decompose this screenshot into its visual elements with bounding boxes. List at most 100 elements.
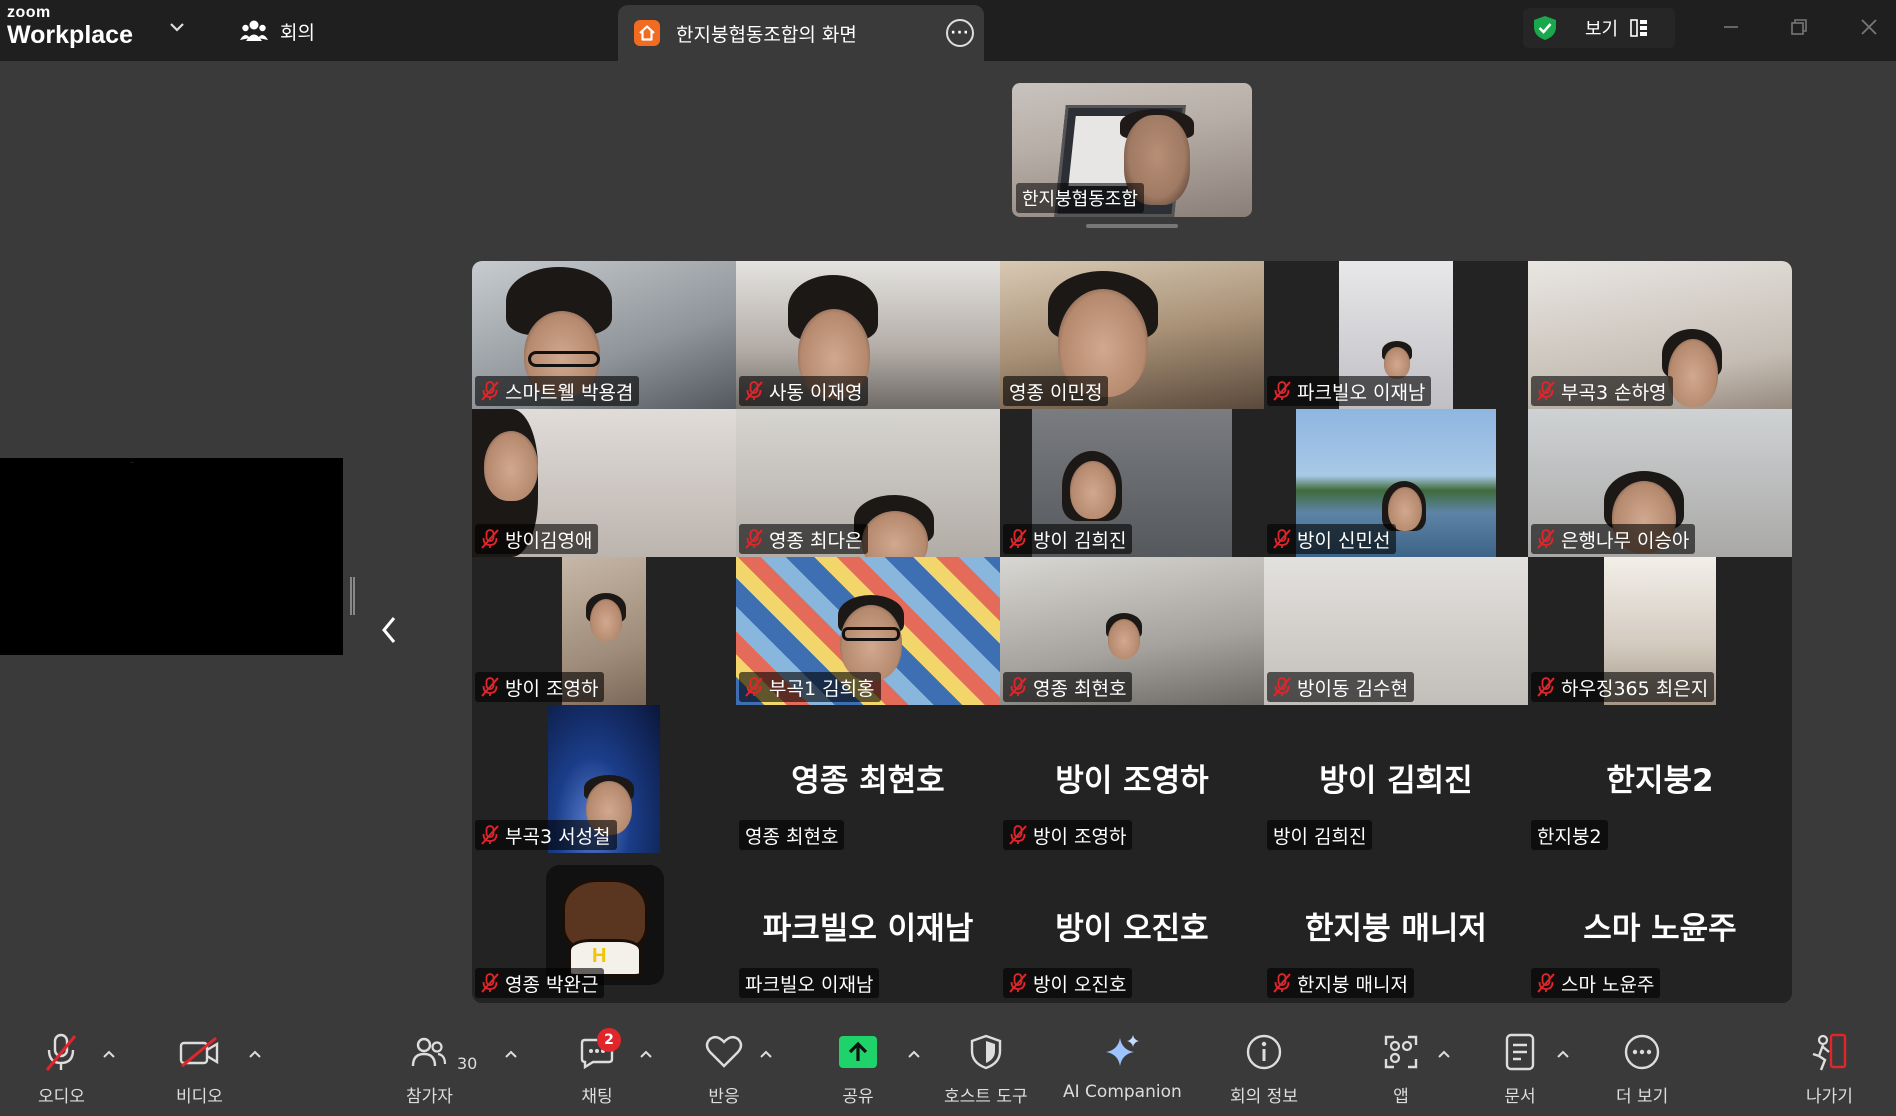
panel-splitter[interactable] — [350, 577, 355, 615]
participant-tile[interactable]: 스마트웰 박용겸 — [472, 261, 736, 409]
participant-tile[interactable]: 한지붕2 한지붕2 — [1528, 705, 1792, 853]
participant-name: 영종 최다은 — [769, 529, 863, 552]
share-caret-icon[interactable] — [906, 1048, 922, 1060]
audio-caret-icon[interactable] — [101, 1048, 117, 1060]
more-icon — [1624, 1034, 1660, 1070]
participants-button[interactable]: 참가자 — [406, 1030, 453, 1107]
participants-caret-icon[interactable] — [503, 1048, 519, 1060]
participant-name-tag: 영종 최현호 — [739, 820, 845, 850]
chevron-left-icon[interactable] — [375, 612, 403, 648]
participant-tile[interactable]: 방이 조영하 방이 조영하 — [1000, 705, 1264, 853]
host-tools-button[interactable]: 호스트 도구 — [944, 1030, 1028, 1107]
participant-tile[interactable]: 방이 오진호 방이 오진호 — [1000, 853, 1264, 1001]
speaker-resize-handle[interactable] — [1086, 224, 1178, 228]
participant-big-name: 스마 노윤주 — [1583, 911, 1737, 947]
participant-tile[interactable]: 스마 노윤주 스마 노윤주 — [1528, 853, 1792, 1001]
home-icon — [634, 20, 660, 46]
share-button[interactable]: 공유 — [836, 1030, 880, 1107]
reactions-button[interactable]: 반응 — [702, 1030, 746, 1107]
participant-name: 하우징365 최은지 — [1561, 677, 1709, 700]
participant-name: 영종 이민정 — [1009, 381, 1103, 404]
participant-tile[interactable]: 한지붕 매니저 한지붕 매니저 — [1264, 853, 1528, 1001]
participant-name: 방이 오진호 — [1033, 973, 1127, 996]
reactions-caret-icon[interactable] — [758, 1048, 774, 1060]
ai-companion-button[interactable]: AI Companion — [1063, 1030, 1182, 1102]
participant-tile[interactable]: 영종 최현호 영종 최현호 — [736, 705, 1000, 853]
participant-tile[interactable]: 영종 최다은 — [736, 409, 1000, 557]
people-icon — [240, 20, 268, 41]
chevron-down-icon[interactable] — [167, 17, 187, 37]
ai-companion-label: AI Companion — [1063, 1082, 1182, 1102]
audio-button[interactable]: 오디오 — [38, 1030, 85, 1107]
mic-muted-icon — [1537, 973, 1555, 993]
chat-caret-icon[interactable] — [638, 1048, 654, 1060]
participant-name-tag: 부곡1 김희홍 — [739, 672, 881, 702]
active-speaker-video[interactable]: 한지붕협동조합 — [1012, 83, 1252, 217]
mic-muted-icon — [481, 381, 499, 401]
participant-tile[interactable]: 파크빌오 이재남 — [1264, 261, 1528, 409]
participant-tile[interactable]: 사동 이재영 — [736, 261, 1000, 409]
participant-name-tag: 파크빌오 이재남 — [739, 968, 880, 998]
participant-tile[interactable]: 은행나무 이승아 — [1528, 409, 1792, 557]
screen-share-view[interactable]: ··· — [0, 458, 343, 655]
participant-name-tag: 부곡3 서성철 — [475, 820, 617, 850]
mic-muted-icon — [481, 825, 499, 845]
apps-button[interactable]: 앱 — [1379, 1030, 1423, 1107]
docs-caret-icon[interactable] — [1555, 1048, 1571, 1060]
participant-name-tag: 부곡3 손하영 — [1531, 376, 1673, 406]
participant-name: 파크빌오 이재남 — [745, 973, 874, 996]
document-icon — [1505, 1033, 1535, 1071]
restore-icon[interactable] — [1784, 12, 1814, 42]
close-icon[interactable] — [1854, 12, 1884, 42]
more-button[interactable]: 더 보기 — [1616, 1030, 1668, 1107]
mic-muted-icon — [481, 677, 499, 697]
share-tab[interactable]: 한지붕협동조합의 화면 ··· — [618, 5, 984, 61]
participant-tile[interactable]: 방이김영애 — [472, 409, 736, 557]
participant-tile[interactable]: 부곡3 손하영 — [1528, 261, 1792, 409]
participant-name: 부곡3 서성철 — [505, 825, 611, 848]
participant-big-name: 영종 최현호 — [791, 763, 945, 799]
participant-name: 스마 노윤주 — [1561, 973, 1655, 996]
participant-name-tag: 영종 최다은 — [739, 524, 869, 554]
participant-tile[interactable]: 부곡3 서성철 — [472, 705, 736, 853]
meeting-info-label: 회의 정보 — [1230, 1087, 1298, 1107]
shield-check-icon[interactable] — [1531, 14, 1559, 42]
more-dots-icon[interactable]: ··· — [946, 19, 974, 47]
meeting-tab[interactable]: 회의 — [240, 14, 315, 48]
chat-button[interactable]: 2 채팅 — [575, 1028, 621, 1107]
participant-name: 한지붕 매니저 — [1297, 973, 1408, 996]
participant-tile[interactable]: 방이 김희진 방이 김희진 — [1264, 705, 1528, 853]
gallery-grid: 스마트웰 박용겸 사동 이재영 영종 이민정 파크빌오 이재남 부곡3 손하영 … — [472, 261, 1792, 1003]
participant-name: 방이 조영하 — [1033, 825, 1127, 848]
share-screen-icon — [839, 1036, 877, 1068]
video-caret-icon[interactable] — [247, 1048, 263, 1060]
participant-tile[interactable]: 방이동 김수현 — [1264, 557, 1528, 705]
participant-tile[interactable]: 방이 조영하 — [472, 557, 736, 705]
participant-name-tag: 스마 노윤주 — [1531, 968, 1661, 998]
participant-tile[interactable]: 방이 김희진 — [1000, 409, 1264, 557]
view-button[interactable]: 보기 — [1523, 8, 1675, 48]
mic-muted-icon — [481, 973, 499, 993]
participant-name: 부곡1 김희홍 — [769, 677, 875, 700]
participant-big-name: 방이 김희진 — [1319, 763, 1473, 799]
participant-name-tag: 방이 김희진 — [1003, 524, 1133, 554]
participant-tile[interactable]: 영종 최현호 — [1000, 557, 1264, 705]
participant-tile[interactable]: 파크빌오 이재남 파크빌오 이재남 — [736, 853, 1000, 1001]
video-button[interactable]: 비디오 — [176, 1030, 223, 1107]
leave-button[interactable]: 나가기 — [1806, 1030, 1853, 1107]
participant-tile[interactable]: H 영종 박완근 — [472, 853, 736, 1001]
participant-tile[interactable]: 방이 신민선 — [1264, 409, 1528, 557]
participant-tile[interactable]: 영종 이민정 — [1000, 261, 1264, 409]
minimize-icon[interactable] — [1716, 12, 1746, 42]
participant-name-tag: 영종 최현호 — [1003, 672, 1133, 702]
reactions-label: 반응 — [708, 1087, 740, 1107]
participant-big-name: 파크빌오 이재남 — [762, 911, 974, 947]
meeting-info-button[interactable]: 회의 정보 — [1230, 1030, 1298, 1107]
participant-tile[interactable]: 하우징365 최은지 — [1528, 557, 1792, 705]
docs-button[interactable]: 문서 — [1498, 1030, 1542, 1107]
mic-muted-icon — [1537, 529, 1555, 549]
mic-muted-icon — [1009, 973, 1027, 993]
apps-caret-icon[interactable] — [1436, 1048, 1452, 1060]
participant-tile[interactable]: 부곡1 김희홍 — [736, 557, 1000, 705]
zoom-workplace-logo: zoom Workplace — [7, 5, 133, 48]
